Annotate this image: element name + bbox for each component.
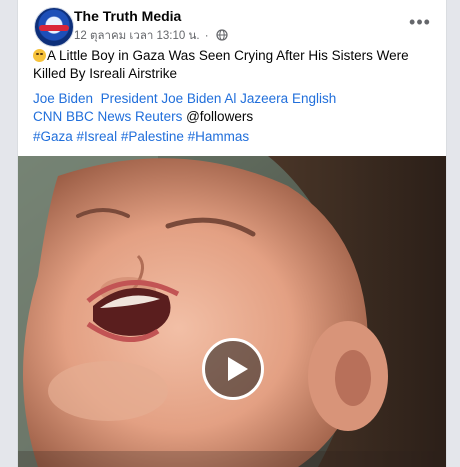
play-button[interactable]: [202, 338, 264, 400]
video-player[interactable]: [18, 156, 446, 467]
post-meta: 12 ตุลาคม เวลา 13:10 น. ·: [74, 27, 228, 45]
tag-al-jazeera[interactable]: Al Jazeera English: [224, 91, 336, 106]
post-card: The Truth Media 12 ตุลาคม เวลา 13:10 น. …: [17, 0, 447, 467]
page-avatar[interactable]: [34, 7, 74, 47]
post-text: A Little Boy in Gaza Was Seen Crying Aft…: [33, 47, 438, 83]
mention-tags: Joe Biden President Joe Biden Al Jazeera…: [33, 90, 438, 126]
followers-mention[interactable]: @followers: [186, 109, 253, 124]
more-options-button[interactable]: •••: [406, 10, 434, 34]
tags-line-1: Joe Biden President Joe Biden Al Jazeera…: [33, 90, 438, 108]
meta-separator: ·: [204, 30, 209, 42]
hashtag-palestine[interactable]: #Palestine: [121, 129, 184, 144]
post-header: The Truth Media 12 ตุลาคม เวลา 13:10 น. …: [18, 0, 446, 47]
crying-face-icon: [33, 49, 46, 62]
page-name-link[interactable]: The Truth Media: [74, 8, 181, 24]
post-timestamp[interactable]: 12 ตุลาคม เวลา 13:10 น.: [74, 30, 200, 42]
post-body: A Little Boy in Gaza Was Seen Crying Aft…: [33, 48, 409, 81]
tag-cnn[interactable]: CNN: [33, 109, 62, 124]
tag-reuters[interactable]: Reuters: [135, 109, 182, 124]
hashtags: #Gaza #Isreal #Palestine #Hammas: [33, 129, 249, 144]
hashtag-hammas[interactable]: #Hammas: [188, 129, 250, 144]
hashtag-isreal[interactable]: #Isreal: [77, 129, 118, 144]
video-frame: [18, 156, 446, 467]
hashtag-gaza[interactable]: #Gaza: [33, 129, 73, 144]
tag-president-joe-biden[interactable]: President Joe Biden: [101, 91, 222, 106]
tag-bbc-news[interactable]: BBC News: [66, 109, 131, 124]
globe-icon: [216, 29, 228, 41]
tag-joe-biden[interactable]: Joe Biden: [33, 91, 93, 106]
tags-line-2: CNN BBC News Reuters @followers: [33, 108, 438, 126]
